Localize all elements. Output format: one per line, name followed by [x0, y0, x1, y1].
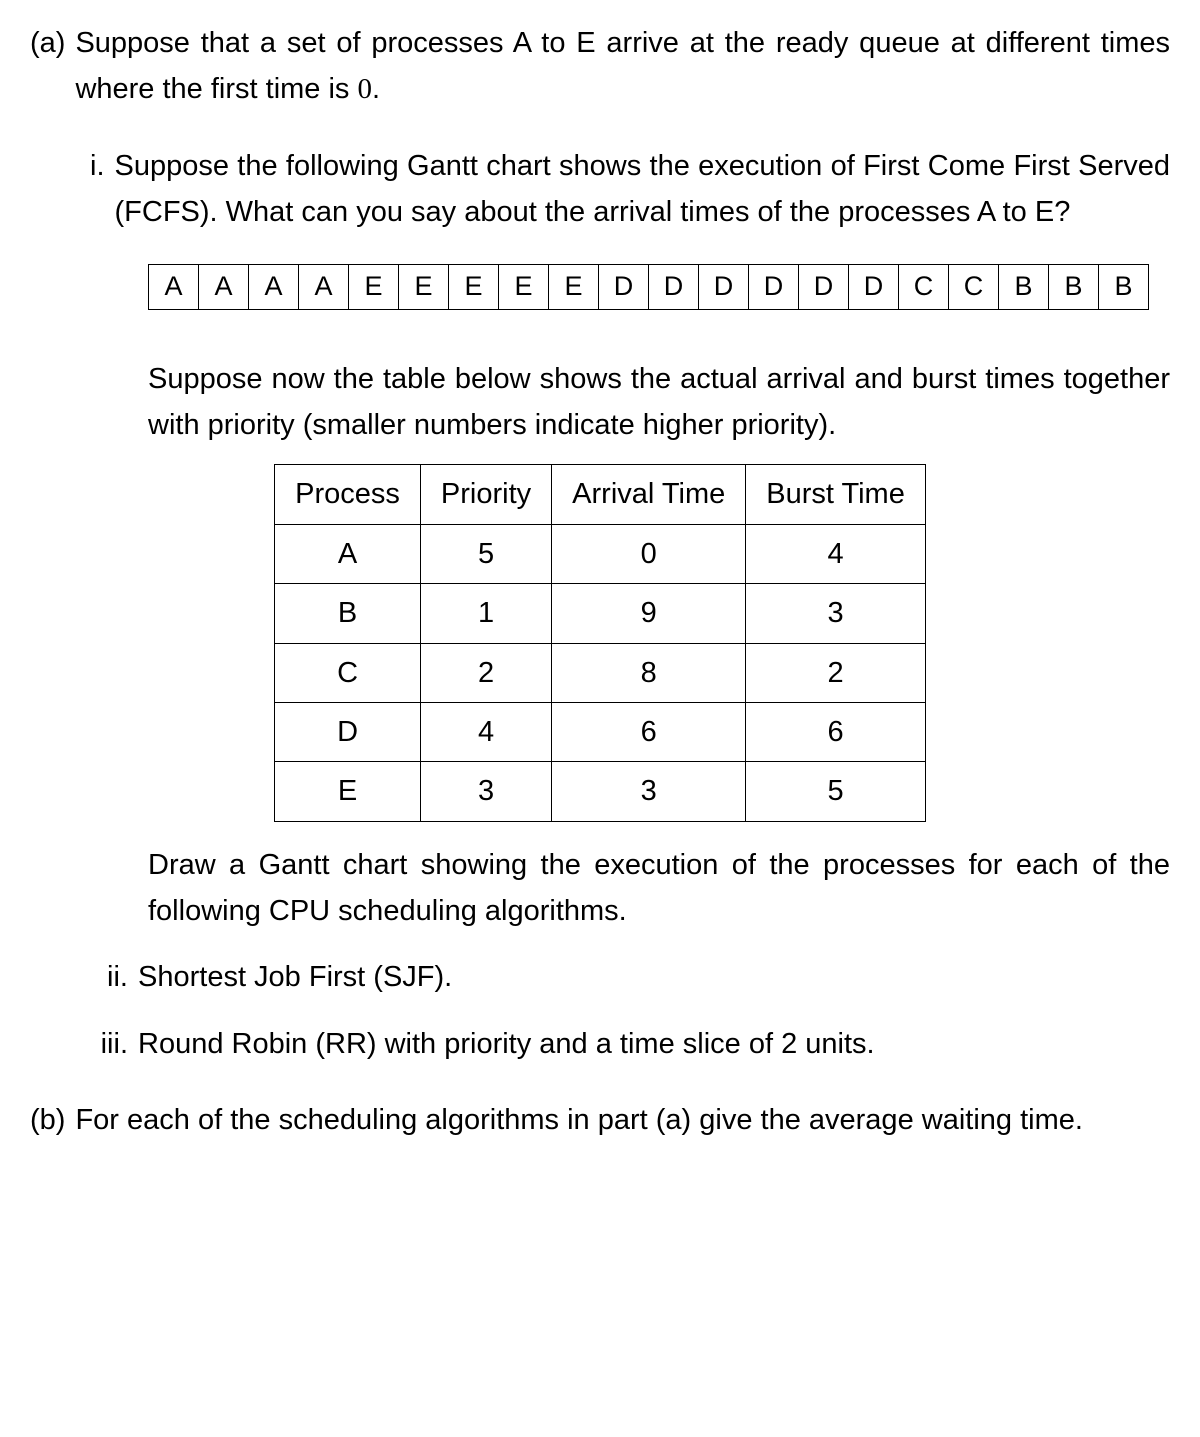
- table-cell: E: [275, 762, 421, 821]
- ii-text: Shortest Job First (SJF).: [138, 954, 1170, 1000]
- table-cell: 0: [552, 524, 746, 583]
- table-cell: 2: [420, 643, 551, 702]
- table-row: C282: [275, 643, 926, 702]
- gantt-cell: A: [249, 265, 299, 309]
- gantt-cell: B: [1099, 265, 1148, 309]
- table-cell: D: [275, 702, 421, 761]
- gantt-cell: B: [999, 265, 1049, 309]
- label-ii: ii.: [90, 954, 138, 1000]
- table-header-row: ProcessPriorityArrival TimeBurst Time: [275, 465, 926, 524]
- part-iii: iii. Round Robin (RR) with priority and …: [30, 1021, 1170, 1067]
- b-text: For each of the scheduling algorithms in…: [75, 1097, 1170, 1143]
- table-cell: 4: [746, 524, 926, 583]
- a-intro-line1: Suppose that a set of processes A to E a…: [75, 27, 1089, 59]
- gantt-cell: C: [949, 265, 999, 309]
- gantt-cell: D: [699, 265, 749, 309]
- table-cell: 3: [420, 762, 551, 821]
- table-cell: 2: [746, 643, 926, 702]
- table-cell: 5: [420, 524, 551, 583]
- table-cell: 6: [746, 702, 926, 761]
- page: (a) Suppose that a set of processes A to…: [0, 0, 1200, 1437]
- gantt-cell: A: [299, 265, 349, 309]
- gantt-cell: E: [349, 265, 399, 309]
- gantt-chart-wrap: AAAAEEEEEDDDDDDCCBBB: [30, 264, 1170, 310]
- table-cell: A: [275, 524, 421, 583]
- process-table: ProcessPriorityArrival TimeBurst Time A5…: [274, 464, 926, 821]
- label-b: (b): [30, 1097, 75, 1143]
- gantt-cell: A: [199, 265, 249, 309]
- a-intro-zero: 0: [357, 73, 372, 105]
- table-cell: B: [275, 584, 421, 643]
- label-iii: iii.: [90, 1021, 138, 1067]
- a-intro: Suppose that a set of processes A to E a…: [75, 20, 1170, 113]
- label-i: i.: [90, 143, 115, 189]
- gantt-cell: E: [449, 265, 499, 309]
- a-intro-period: .: [372, 73, 380, 105]
- i-text: Suppose the following Gantt chart shows …: [115, 143, 1171, 236]
- gantt-cell: E: [399, 265, 449, 309]
- table-cell: 1: [420, 584, 551, 643]
- table-row: E335: [275, 762, 926, 821]
- table-cell: C: [275, 643, 421, 702]
- table-header-cell: Priority: [420, 465, 551, 524]
- part-i: i. Suppose the following Gantt chart sho…: [30, 143, 1170, 236]
- i-line3: processes A to E?: [838, 196, 1070, 228]
- gantt-cell: B: [1049, 265, 1099, 309]
- gantt-chart: AAAAEEEEEDDDDDDCCBBB: [148, 264, 1149, 310]
- gantt-cell: D: [749, 265, 799, 309]
- gantt-cell: D: [649, 265, 699, 309]
- table-row: B193: [275, 584, 926, 643]
- process-table-wrap: ProcessPriorityArrival TimeBurst Time A5…: [30, 464, 1170, 821]
- gantt-cell: E: [499, 265, 549, 309]
- table-row: D466: [275, 702, 926, 761]
- b-line1: For each of the scheduling algorithms in…: [75, 1104, 1012, 1136]
- table-cell: 4: [420, 702, 551, 761]
- part-ii: ii. Shortest Job First (SJF).: [30, 954, 1170, 1000]
- gantt-cell: D: [849, 265, 899, 309]
- i-line1: Suppose the following Gantt chart shows …: [115, 150, 1006, 182]
- gantt-cell: A: [149, 265, 199, 309]
- table-header-cell: Burst Time: [746, 465, 926, 524]
- part-a: (a) Suppose that a set of processes A to…: [30, 20, 1170, 113]
- draw-line1: Draw a Gantt chart showing the execution…: [148, 849, 1079, 881]
- table-cell: 8: [552, 643, 746, 702]
- iii-text: Round Robin (RR) with priority and a tim…: [138, 1021, 1170, 1067]
- gantt-cell: D: [599, 265, 649, 309]
- table-cell: 3: [746, 584, 926, 643]
- table-cell: 3: [552, 762, 746, 821]
- gantt-cell: C: [899, 265, 949, 309]
- gantt-cell: E: [549, 265, 599, 309]
- draw-paragraph: Draw a Gantt chart showing the execution…: [30, 842, 1170, 935]
- table-row: A504: [275, 524, 926, 583]
- label-a: (a): [30, 20, 75, 66]
- table-cell: 6: [552, 702, 746, 761]
- table-cell: 5: [746, 762, 926, 821]
- table-cell: 9: [552, 584, 746, 643]
- b-line2: time.: [1020, 1104, 1083, 1136]
- part-b: (b) For each of the scheduling algorithm…: [30, 1097, 1170, 1143]
- table-intro: Suppose now the table below shows the ac…: [30, 356, 1170, 449]
- table-header-cell: Process: [275, 465, 421, 524]
- gantt-cell: D: [799, 265, 849, 309]
- mid-line1: Suppose now the table below shows the ac…: [148, 363, 1055, 395]
- table-header-cell: Arrival Time: [552, 465, 746, 524]
